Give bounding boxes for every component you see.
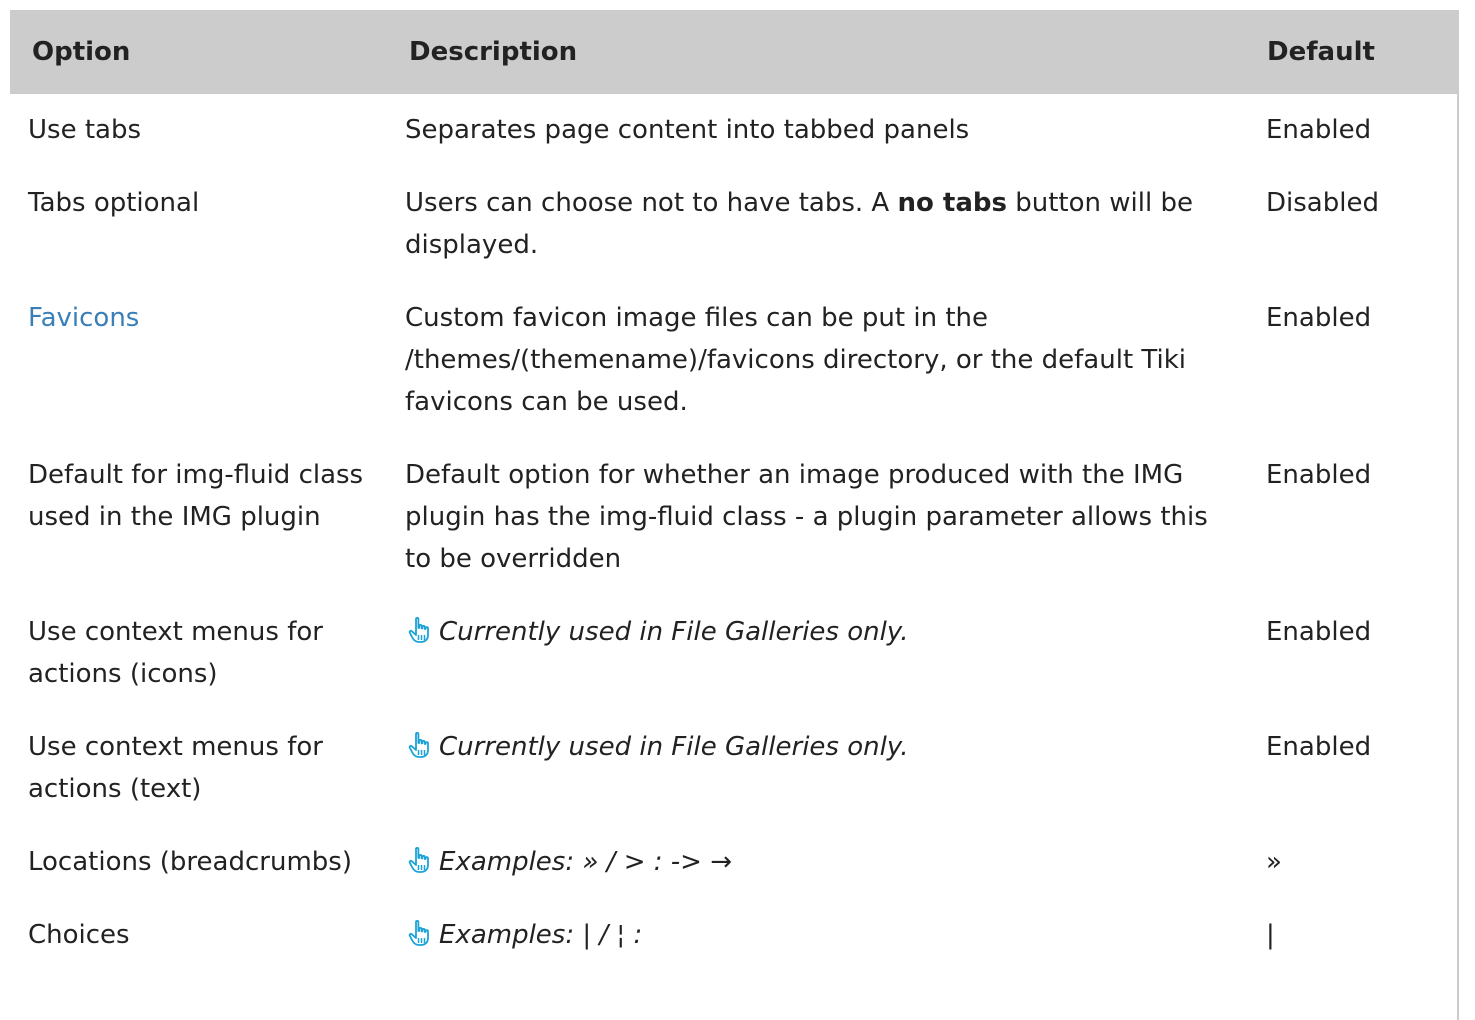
- default-cell: Enabled: [1266, 617, 1372, 647]
- option-cell: Choices: [28, 920, 130, 950]
- preferences-table-container: Option Description Default Use tabs Sepa…: [10, 10, 1459, 1020]
- table-row: Use context menus for actions (icons) Cu…: [10, 596, 1457, 711]
- description-cell: Currently used in File Galleries only.: [387, 711, 1248, 826]
- default-cell: |: [1266, 920, 1275, 950]
- table-row: Default for img-fluid class used in the …: [10, 439, 1457, 596]
- table-row: Choices Examples: | / ¦ : |: [10, 899, 1457, 972]
- table-row: Favicons Custom favicon image files can …: [10, 282, 1457, 439]
- option-cell: Use context menus for actions (icons): [28, 617, 323, 689]
- description-cell: Currently used in File Galleries only.: [387, 596, 1248, 711]
- pointing-hand-icon: [405, 730, 435, 760]
- description-cell: Custom favicon image files can be put in…: [405, 303, 1186, 417]
- default-cell: »: [1266, 847, 1282, 877]
- header-default: Default: [1267, 37, 1375, 67]
- description-text: Users can choose not to have tabs. A: [405, 188, 898, 218]
- option-cell: Use context menus for actions (text): [28, 732, 323, 804]
- description-cell: Users can choose not to have tabs. A no …: [387, 167, 1248, 282]
- note-text: Currently used in File Galleries only.: [439, 732, 909, 762]
- table-row: Locations (breadcrumbs) Examples: » / > …: [10, 826, 1457, 899]
- option-cell: Locations (breadcrumbs): [28, 847, 352, 877]
- description-cell: Default option for whether an image prod…: [405, 460, 1208, 574]
- default-cell: Enabled: [1266, 732, 1372, 762]
- note-text: Examples: | / ¦ :: [439, 920, 643, 950]
- default-cell: Enabled: [1266, 115, 1372, 145]
- description-cell: Separates page content into tabbed panel…: [405, 115, 970, 145]
- option-cell: Favicons: [10, 282, 387, 439]
- description-bold-text: no tabs: [897, 188, 1007, 218]
- table-row: Use tabs Separates page content into tab…: [10, 94, 1457, 167]
- header-option: Option: [32, 37, 131, 67]
- pointing-hand-icon: [405, 615, 435, 645]
- header-description: Description: [409, 37, 578, 67]
- description-cell: Examples: » / > : -> →: [387, 826, 1248, 899]
- default-cell: Enabled: [1266, 460, 1372, 490]
- table-row: Tabs optional Users can choose not to ha…: [10, 167, 1457, 282]
- default-cell: Enabled: [1266, 303, 1372, 333]
- note-text: Currently used in File Galleries only.: [439, 617, 909, 647]
- description-cell: Examples: | / ¦ :: [387, 899, 1248, 972]
- favicons-link[interactable]: Favicons: [28, 303, 139, 333]
- preferences-table: Option Description Default Use tabs Sepa…: [10, 10, 1457, 972]
- option-cell: Tabs optional: [28, 188, 200, 218]
- option-cell: Use tabs: [28, 115, 142, 145]
- pointing-hand-icon: [405, 845, 435, 875]
- note-text: Examples: » / > : -> →: [439, 847, 732, 877]
- table-header-row: Option Description Default: [10, 10, 1457, 94]
- option-cell: Default for img-fluid class used in the …: [28, 460, 364, 532]
- default-cell: Disabled: [1266, 188, 1379, 218]
- pointing-hand-icon: [405, 918, 435, 948]
- table-row: Use context menus for actions (text) Cur…: [10, 711, 1457, 826]
